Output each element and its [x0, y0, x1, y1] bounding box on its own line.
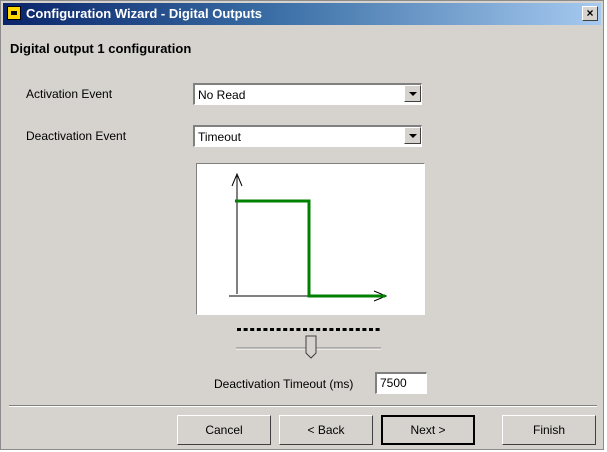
slider-tick: [283, 328, 288, 331]
app-icon: [7, 6, 21, 20]
slider-tick: [342, 328, 347, 331]
activation-event-label: Activation Event: [26, 87, 113, 101]
slider-tick: [256, 328, 261, 331]
slider-tick: [303, 328, 307, 331]
timeout-slider[interactable]: [231, 323, 386, 371]
chevron-down-icon[interactable]: [404, 85, 421, 102]
slider-tick: [296, 328, 301, 331]
deactivation-timeout-label: Deactivation Timeout (ms): [214, 377, 354, 391]
signal-preview-graph: [196, 163, 425, 315]
title-bar[interactable]: Configuration Wizard - Digital Outputs ×: [3, 3, 601, 25]
slider-tick: [336, 328, 340, 331]
slider-tick: [289, 328, 294, 331]
section-heading: Digital output 1 configuration: [10, 41, 192, 56]
chevron-down-icon[interactable]: [404, 127, 421, 144]
next-button[interactable]: Next >: [381, 415, 475, 445]
slider-tick: [322, 328, 327, 331]
back-button[interactable]: < Back: [279, 415, 373, 445]
output-signal-line: [235, 199, 385, 298]
slider-tick: [243, 328, 248, 331]
slider-tick: [309, 328, 314, 331]
cancel-button[interactable]: Cancel: [177, 415, 271, 445]
deactivation-event-value: Timeout: [198, 130, 241, 144]
slider-ticks: [237, 328, 380, 331]
slider-tick: [250, 328, 255, 331]
slider-tick: [316, 328, 321, 331]
signal-diagram-svg: [229, 172, 388, 302]
activation-event-select[interactable]: No Read: [193, 83, 422, 105]
slider-svg: [236, 328, 381, 359]
slider-tick: [369, 328, 373, 331]
slider-tick: [270, 328, 274, 331]
slider-tick: [362, 328, 367, 331]
slider-tick: [329, 328, 334, 331]
finish-button[interactable]: Finish: [502, 415, 596, 445]
slider-tick: [237, 328, 241, 331]
slider-tick: [276, 328, 281, 331]
slider-tick: [263, 328, 268, 331]
slider-tick: [375, 328, 380, 331]
wizard-window: Configuration Wizard - Digital Outputs ×…: [0, 0, 604, 450]
footer-divider: [9, 405, 597, 407]
window-title: Configuration Wizard - Digital Outputs: [26, 6, 263, 21]
activation-event-value: No Read: [198, 88, 246, 102]
slider-tick: [349, 328, 354, 331]
deactivation-event-label: Deactivation Event: [26, 129, 127, 143]
deactivation-event-select[interactable]: Timeout: [193, 125, 422, 147]
slider-thumb[interactable]: [305, 335, 317, 359]
close-button[interactable]: ×: [582, 6, 598, 21]
slider-tick: [355, 328, 360, 331]
deactivation-timeout-input[interactable]: 7500: [375, 372, 427, 394]
